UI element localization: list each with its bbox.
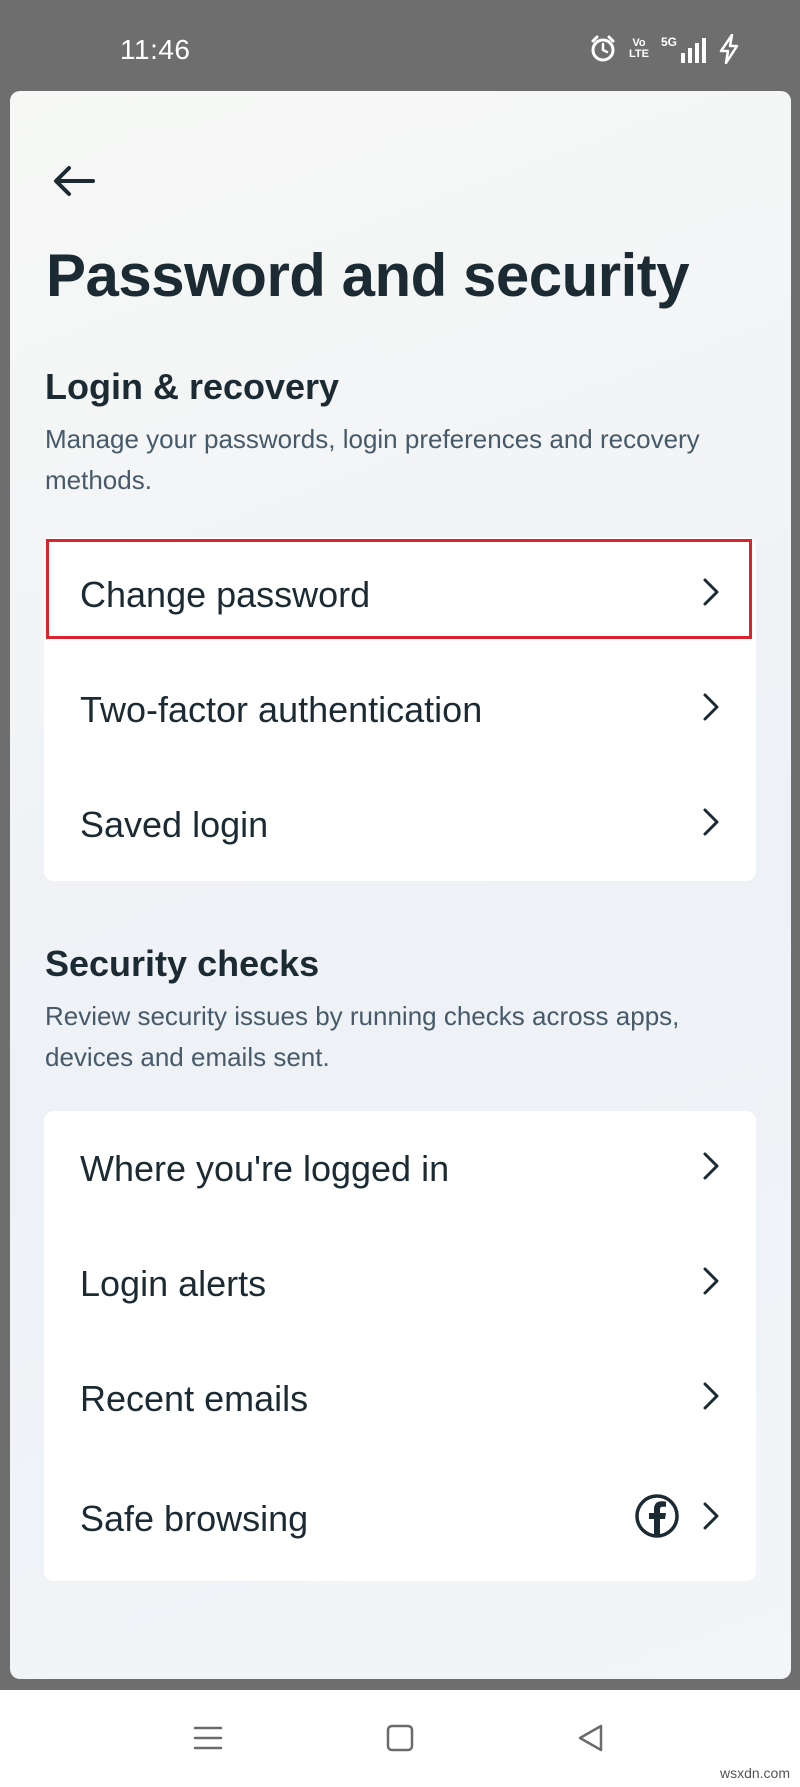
status-time: 11:46 <box>120 34 191 65</box>
login-alerts-row[interactable]: Login alerts <box>44 1226 756 1341</box>
chevron-right-icon <box>702 807 720 842</box>
security-checks-group: Where you're logged in Login alerts Rece… <box>44 1111 756 1581</box>
network-type: 5G <box>660 35 677 49</box>
row-label: Where you're logged in <box>80 1147 450 1189</box>
change-password-row[interactable]: Change password <box>44 537 756 652</box>
status-icons: Vo LTE 5G <box>589 34 740 64</box>
chevron-right-icon <box>702 692 720 727</box>
home-square-icon <box>386 1724 414 1757</box>
back-button[interactable] <box>44 153 104 213</box>
chevron-right-icon <box>702 577 720 612</box>
saved-login-row[interactable]: Saved login <box>44 767 756 882</box>
settings-sheet: Password and security Login & recovery M… <box>10 91 791 1679</box>
chevron-right-icon <box>702 1151 720 1186</box>
facebook-icon <box>634 1493 680 1544</box>
arrow-left-icon <box>53 165 95 202</box>
two-factor-row[interactable]: Two-factor authentication <box>44 652 756 767</box>
row-right <box>702 807 720 842</box>
back-nav-button[interactable] <box>570 1720 610 1760</box>
security-checks-title: Security checks <box>45 943 320 984</box>
recent-emails-row[interactable]: Recent emails <box>44 1341 756 1456</box>
row-right <box>702 692 720 727</box>
system-nav-bar: wsxdn.com <box>0 1690 800 1787</box>
row-right <box>702 577 720 612</box>
row-right <box>634 1493 720 1544</box>
signal-icon: 5G <box>661 35 706 63</box>
login-recovery-group: Change password Two-factor authenticatio… <box>44 537 756 881</box>
security-checks-description: Review security issues by running checks… <box>45 1001 680 1072</box>
charging-icon <box>718 34 740 64</box>
row-label: Recent emails <box>80 1377 309 1419</box>
status-bar: 11:46 Vo LTE 5G <box>0 0 800 90</box>
row-right <box>702 1266 720 1301</box>
row-right <box>702 1151 720 1186</box>
watermark: wsxdn.com <box>719 1765 790 1781</box>
chevron-right-icon <box>702 1501 720 1536</box>
page-title: Password and security <box>46 242 690 309</box>
row-label: Safe browsing <box>80 1497 309 1539</box>
alarm-icon <box>589 35 617 63</box>
chevron-right-icon <box>702 1266 720 1301</box>
row-label: Two-factor authentication <box>80 688 483 730</box>
home-button[interactable] <box>380 1720 420 1760</box>
row-right <box>702 1381 720 1416</box>
login-recovery-description: Manage your passwords, login preferences… <box>45 424 700 495</box>
safe-browsing-row[interactable]: Safe browsing <box>44 1456 756 1581</box>
menu-icon <box>193 1725 223 1756</box>
menu-button[interactable] <box>188 1720 228 1760</box>
row-label: Login alerts <box>80 1262 267 1304</box>
row-label: Change password <box>80 573 371 615</box>
back-triangle-icon <box>576 1723 604 1758</box>
chevron-right-icon <box>702 1381 720 1416</box>
where-logged-in-row[interactable]: Where you're logged in <box>44 1111 756 1226</box>
login-recovery-title: Login & recovery <box>45 366 340 407</box>
volte-bottom: LTE <box>629 48 649 60</box>
row-label: Saved login <box>80 803 269 845</box>
volte-icon: Vo LTE <box>629 38 649 60</box>
